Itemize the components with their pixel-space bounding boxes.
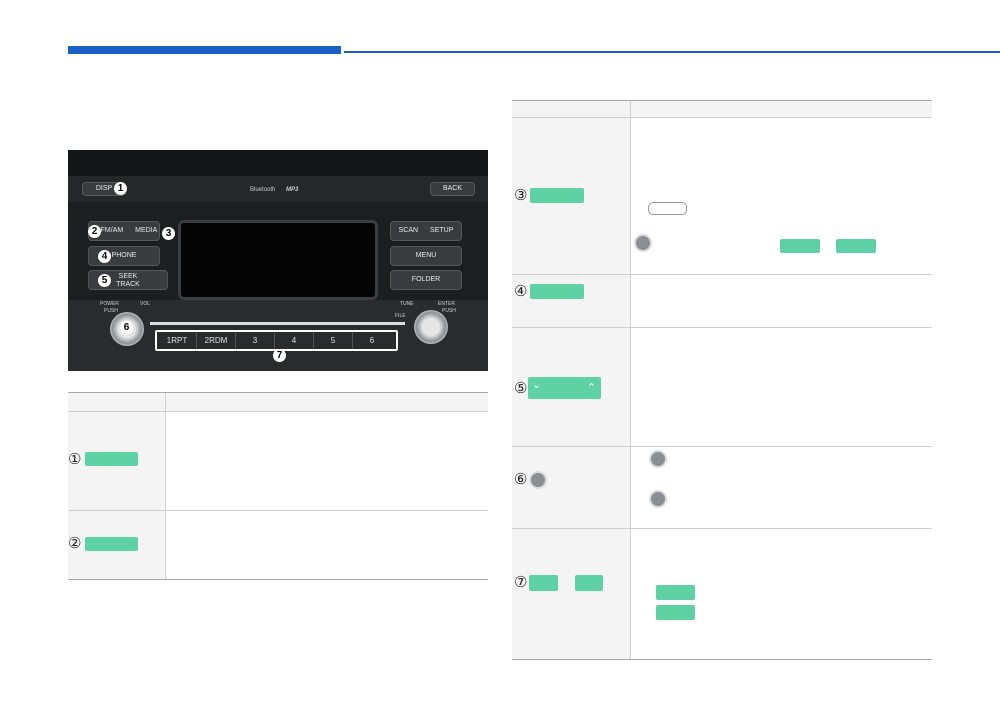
dash-strip	[68, 176, 488, 202]
right-table-bottom-border	[512, 659, 932, 660]
preset-6-button[interactable]: 6	[353, 332, 391, 349]
marker-5: 5	[98, 274, 111, 287]
left-table-bottom-border	[68, 579, 488, 580]
key-outline-tag	[648, 202, 687, 215]
enter-label: ENTER	[438, 301, 455, 307]
right-table-header-divider	[630, 101, 631, 117]
vol-label: VOL	[140, 301, 151, 307]
fm-am-tag	[85, 537, 138, 551]
row-number-1: ①	[68, 451, 82, 468]
seek-track-tag: ⌄ ⌃	[528, 377, 601, 399]
knob-icon	[651, 492, 665, 506]
scan-setup-buttons[interactable]: SCAN SETUP	[390, 221, 462, 241]
marker-4: 4	[98, 250, 111, 263]
bluetooth-label: Bluetooth	[250, 187, 276, 193]
phone-tag	[530, 284, 584, 299]
preset-last-tag	[575, 575, 603, 591]
marker-6: 6	[120, 321, 133, 334]
chevron-up-icon: ⌃	[587, 382, 597, 394]
knob-icon	[531, 473, 545, 487]
push-label-right: PUSH	[442, 308, 456, 314]
preset-4-button[interactable]: 4	[275, 332, 314, 349]
radio-head-unit-photo: DISP 1 Bluetooth MP3 BACK FM/AM MEDIA 2 …	[68, 150, 488, 371]
disp-tag	[85, 452, 138, 466]
left-table-label-column	[68, 412, 165, 579]
chevron-down-icon: ⌄	[532, 379, 542, 391]
preset-1-button[interactable]: 1RPT	[158, 332, 197, 349]
power-label: POWER	[100, 301, 119, 307]
left-table-column-divider	[165, 412, 166, 579]
preset-first-tag	[529, 575, 558, 591]
right-table-row-divider-2	[512, 327, 932, 328]
tune-label: TUNE	[400, 301, 414, 307]
row-number-6: ⑥	[514, 471, 528, 488]
preset-3-button[interactable]: 3	[236, 332, 275, 349]
mp3-label: MP3	[286, 187, 299, 193]
chrome-strip	[150, 322, 405, 325]
knob-icon	[651, 452, 665, 466]
marker-2: 2	[88, 225, 101, 238]
left-table-row-divider	[68, 510, 488, 511]
row-number-7: ⑦	[514, 574, 528, 591]
folder-button[interactable]: FOLDER	[390, 270, 462, 290]
left-table-header-divider	[165, 393, 166, 411]
row-number-3: ③	[514, 187, 528, 204]
knob-icon	[636, 236, 650, 250]
row-number-2: ②	[68, 535, 82, 552]
file-label: FILE	[395, 313, 406, 319]
enter-tag	[836, 239, 876, 253]
dash-top	[68, 150, 488, 178]
menu-button[interactable]: MENU	[390, 246, 462, 266]
tune-tag	[780, 239, 820, 253]
marker-1: 1	[114, 182, 127, 195]
right-table-column-divider	[630, 118, 631, 659]
marker-7: 7	[273, 349, 286, 362]
tune-knob[interactable]	[414, 310, 448, 344]
rpt-tag	[656, 585, 695, 600]
right-table-header	[512, 101, 932, 117]
right-table-row-divider-3	[512, 446, 932, 447]
right-table-row-divider-4	[512, 528, 932, 529]
back-button[interactable]: BACK	[430, 182, 475, 196]
header-bar-thick	[68, 46, 341, 54]
right-table-row-divider-1	[512, 274, 932, 275]
row-number-5: ⑤	[514, 380, 528, 397]
preset-2-button[interactable]: 2RDM	[197, 332, 236, 349]
preset-5-button[interactable]: 5	[314, 332, 353, 349]
row-number-4: ④	[514, 283, 528, 300]
rdm-tag	[656, 605, 695, 620]
marker-3: 3	[162, 227, 175, 240]
push-label-left: PUSH	[104, 308, 118, 314]
left-table-header	[68, 393, 488, 411]
media-tag	[530, 188, 584, 203]
display-screen	[178, 220, 378, 300]
header-bar-thin	[344, 51, 1000, 53]
